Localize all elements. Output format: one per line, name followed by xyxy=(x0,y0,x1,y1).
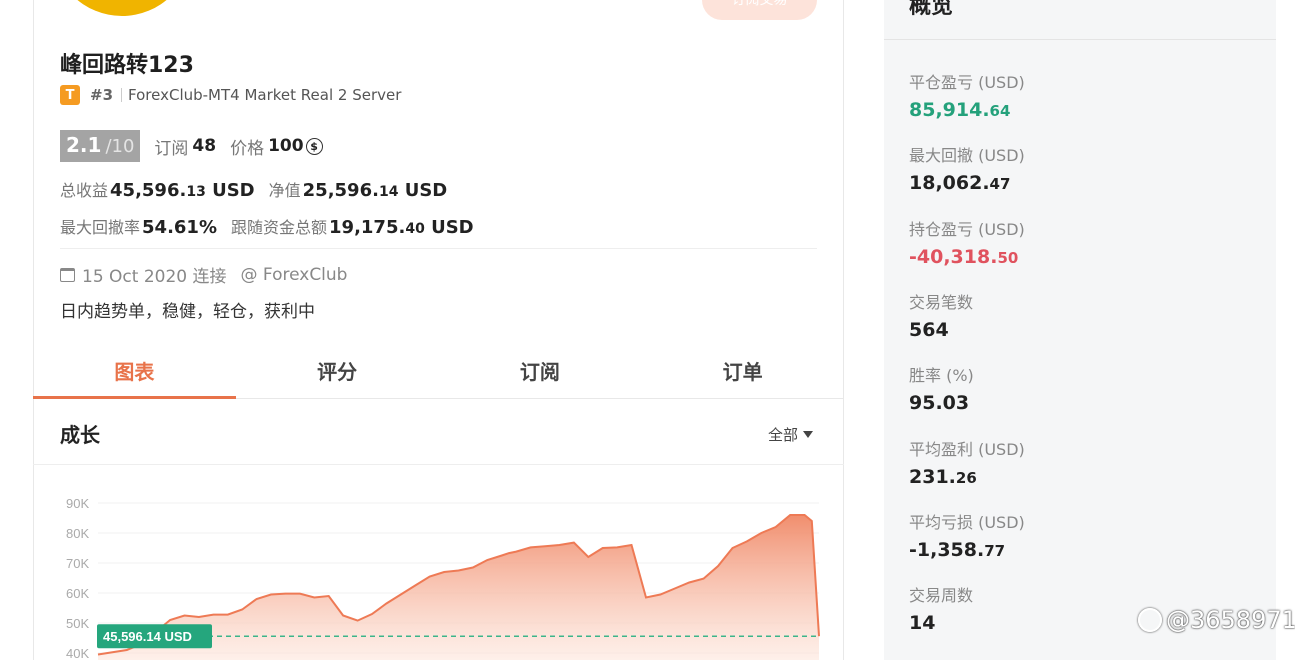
server-line: T #3 ForexClub-MT4 Market Real 2 Server xyxy=(60,85,401,105)
subscriptions-count: 48 xyxy=(192,136,217,156)
score-value: 2.1 xyxy=(66,133,102,157)
tab-rating[interactable]: 评分 xyxy=(236,343,439,398)
score-max: /10 xyxy=(105,136,135,157)
metric-value: 564 xyxy=(909,318,949,341)
metric-label: 平均亏损 (USD) xyxy=(909,512,1025,532)
watermark-text: @3658971 xyxy=(1166,606,1295,634)
coin-icon: $ xyxy=(305,137,323,155)
rank: #3 xyxy=(90,86,114,104)
y-tick-label: 40K xyxy=(66,646,89,660)
y-tick-label: 60K xyxy=(66,586,89,601)
drawdown-line: 最大回撤率 54.61% 跟随资金总额 19,175.40 USD xyxy=(60,214,474,240)
growth-chart: 90K 80K 70K 60K 50K 40K 45,596.14 USD xyxy=(66,496,820,660)
broker-name: @ ForexClub xyxy=(240,264,348,285)
metric-label: 最大回撤 (USD) xyxy=(909,146,1025,166)
y-tick-label: 70K xyxy=(66,556,89,571)
separator xyxy=(121,88,123,102)
metric-label: 交易周数 xyxy=(909,586,974,606)
range-value: 全部 xyxy=(768,426,799,444)
overview-title: 概览 xyxy=(909,0,954,19)
total-profit-value: 45,596.13 USD xyxy=(110,180,255,201)
metric-value: 14 xyxy=(909,612,936,635)
trader-name: 峰回路转123 xyxy=(60,53,194,78)
price-value: 100 xyxy=(268,136,304,156)
subscriptions-label: 订阅 xyxy=(154,138,189,159)
metric-value: 85,914.64 xyxy=(909,99,1011,121)
subscribe-button[interactable]: 订阅交易 xyxy=(702,0,817,20)
weibo-icon xyxy=(1138,608,1162,632)
metric-label: 持仓盈亏 (USD) xyxy=(909,219,1025,239)
follow-funds-value: 19,175.40 USD xyxy=(329,217,474,238)
score-badge: 2.1 /10 xyxy=(60,130,141,162)
metric-value: 18,062.47 xyxy=(909,172,1011,195)
equity-label: 净值 xyxy=(268,181,301,200)
equity-value: 25,596.14 USD xyxy=(302,180,448,201)
tab-bar: 图表 评分 订阅 订单 xyxy=(33,343,844,399)
metric-value: 231.26 xyxy=(909,465,977,488)
metric-label: 平仓盈亏 (USD) xyxy=(909,73,1025,92)
calendar-icon xyxy=(60,267,75,282)
follow-funds-label: 跟随资金总额 xyxy=(231,218,328,237)
total-profit-label: 总收益 xyxy=(60,181,109,200)
score-line: 2.1 /10 订阅 48 价格 100 $ xyxy=(60,130,323,162)
profit-line: 总收益 45,596.13 USD 净值 25,596.14 USD xyxy=(60,177,447,203)
tab-orders[interactable]: 订单 xyxy=(641,343,844,398)
watermark: @3658971 xyxy=(1138,606,1295,634)
strategy-description: 日内趋势单，稳健，轻仓，获利中 xyxy=(60,302,315,322)
chevron-down-icon xyxy=(803,431,814,438)
overview-panel: 概览 平仓盈亏 (USD) 85,914.64 最大回撤 (USD) 18,062.4… xyxy=(884,0,1276,660)
y-tick-label: 80K xyxy=(66,526,89,541)
max-dd-value: 54.61% xyxy=(142,217,217,238)
metric-value: -40,318.50 xyxy=(909,245,1019,268)
server-name: ForexClub-MT4 Market Real 2 Server xyxy=(128,86,402,104)
price-label: 价格 xyxy=(230,138,265,159)
connect-info: 15 Oct 2020 连接 @ ForexClub xyxy=(60,262,347,287)
tab-subscriptions[interactable]: 订阅 xyxy=(439,343,642,398)
tab-chart[interactable]: 图表 xyxy=(33,343,236,399)
growth-title: 成长 xyxy=(60,423,100,447)
metric-value: 95.03 xyxy=(909,392,970,415)
current-value-text: 45,596.14 USD xyxy=(103,629,192,644)
max-dd-label: 最大回撤率 xyxy=(60,218,141,237)
metric-label: 胜率 (%) xyxy=(909,366,974,386)
connect-date: 15 Oct 2020 连接 xyxy=(82,267,227,287)
divider xyxy=(60,248,817,249)
metric-label: 平均盈利 (USD) xyxy=(909,439,1025,459)
metric-label: 交易笔数 xyxy=(909,292,974,312)
y-tick-label: 50K xyxy=(66,616,89,631)
y-tick-label: 90K xyxy=(66,496,89,511)
range-select[interactable]: 全部 xyxy=(768,424,814,445)
tier-badge-icon: T xyxy=(60,85,80,105)
metric-value: -1,358.77 xyxy=(909,538,1006,561)
divider xyxy=(884,39,1276,40)
